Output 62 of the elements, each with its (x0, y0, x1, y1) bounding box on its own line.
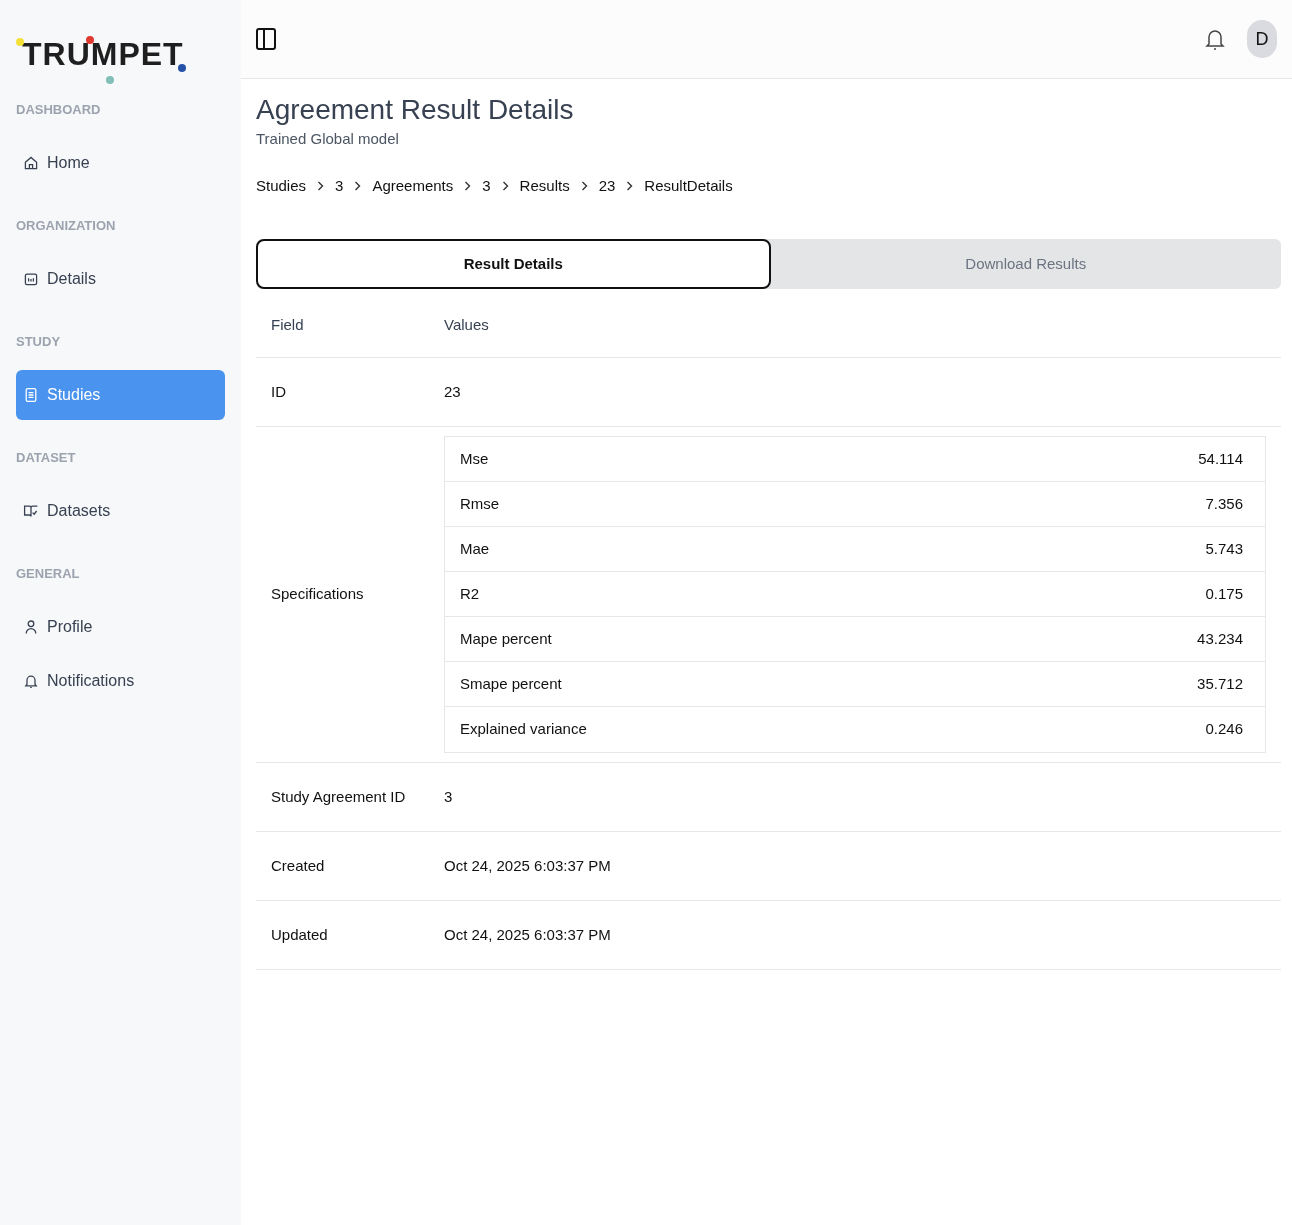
nav-item[interactable]: Datasets (16, 486, 225, 536)
table-cell-text: Oct 24, 2025 6:03:37 PM (444, 855, 611, 876)
table-cell-text: Mae (460, 538, 490, 559)
chevron-right-icon (317, 180, 325, 191)
document-icon (23, 387, 39, 403)
chevron-right-icon (354, 180, 362, 191)
table-cell-text: ID (270, 381, 287, 402)
user-icon (23, 619, 39, 635)
breadcrumb-link[interactable]: Studies (256, 174, 307, 197)
page-title: Agreement Result Details (256, 93, 574, 127)
logo: TRUMPET (16, 30, 190, 86)
chevron-right-icon (464, 180, 472, 191)
user-avatar[interactable]: D (1247, 20, 1277, 58)
breadcrumb-link[interactable]: 3 (335, 174, 344, 197)
chevron-right-icon (580, 180, 588, 191)
table-cell-text: 23 (444, 381, 461, 402)
nav-item[interactable]: Profile (16, 602, 225, 652)
chevron-right-icon (626, 180, 634, 191)
table-cell-text: Updated (270, 924, 329, 945)
table-cell-text: Rmse (460, 493, 500, 514)
table-cell-text: Study Agreement ID (270, 786, 407, 807)
section-label: STUDY (16, 333, 61, 351)
table-cell-text: 0.175 (1205, 583, 1243, 604)
notification-bell-icon[interactable] (1205, 27, 1225, 51)
column-header: Field (270, 314, 305, 335)
table-cell-text: 43.234 (1197, 628, 1243, 649)
section-label: GENERAL (16, 565, 80, 583)
breadcrumb-link[interactable]: ResultDetails (644, 174, 733, 197)
column-header: Values (444, 314, 489, 335)
table-cell-text: Created (270, 855, 326, 876)
tab[interactable]: Result Details (256, 239, 771, 289)
table-cell-text: Specifications (270, 584, 365, 605)
table-cell-text: 0.246 (1205, 719, 1243, 740)
breadcrumb-link[interactable]: Agreements (372, 174, 454, 197)
breadcrumb-link[interactable]: 3 (482, 174, 491, 197)
table-cell-text: 7.356 (1205, 493, 1243, 514)
table-cell-text: Mse (460, 448, 489, 469)
chevron-right-icon (501, 180, 509, 191)
section-label: DATASET (16, 449, 76, 467)
book-icon (23, 503, 39, 519)
table-cell-text: 3 (444, 786, 453, 807)
table-cell-text: Explained variance (460, 719, 587, 740)
table-cell-text: R2 (460, 583, 480, 604)
table-cell-text: Oct 24, 2025 6:03:37 PM (444, 924, 611, 945)
table-cell-text: 54.114 (1198, 448, 1243, 469)
section-label: DASHBOARD (16, 101, 101, 119)
folder-icon (23, 271, 39, 287)
table-cell-text: Smape percent (460, 673, 562, 694)
nav-item[interactable]: Details (16, 254, 225, 304)
home-icon (23, 155, 39, 171)
breadcrumb-link[interactable]: Results (519, 174, 570, 197)
nav-item[interactable]: Home (16, 138, 225, 188)
section-label: ORGANIZATION (16, 217, 116, 235)
table-cell-text: 35.712 (1197, 673, 1243, 694)
page-subtitle: Trained Global model (256, 129, 399, 149)
breadcrumb-link[interactable]: 23 (598, 174, 616, 197)
nav-item[interactable]: Notifications (16, 656, 225, 706)
table-cell-text: Mape percent (460, 628, 552, 649)
sidebar-toggle-icon[interactable] (255, 27, 277, 51)
bell-icon (23, 673, 39, 689)
tab[interactable]: Download Results (770, 239, 1281, 289)
table-cell-text: 5.743 (1205, 538, 1243, 559)
